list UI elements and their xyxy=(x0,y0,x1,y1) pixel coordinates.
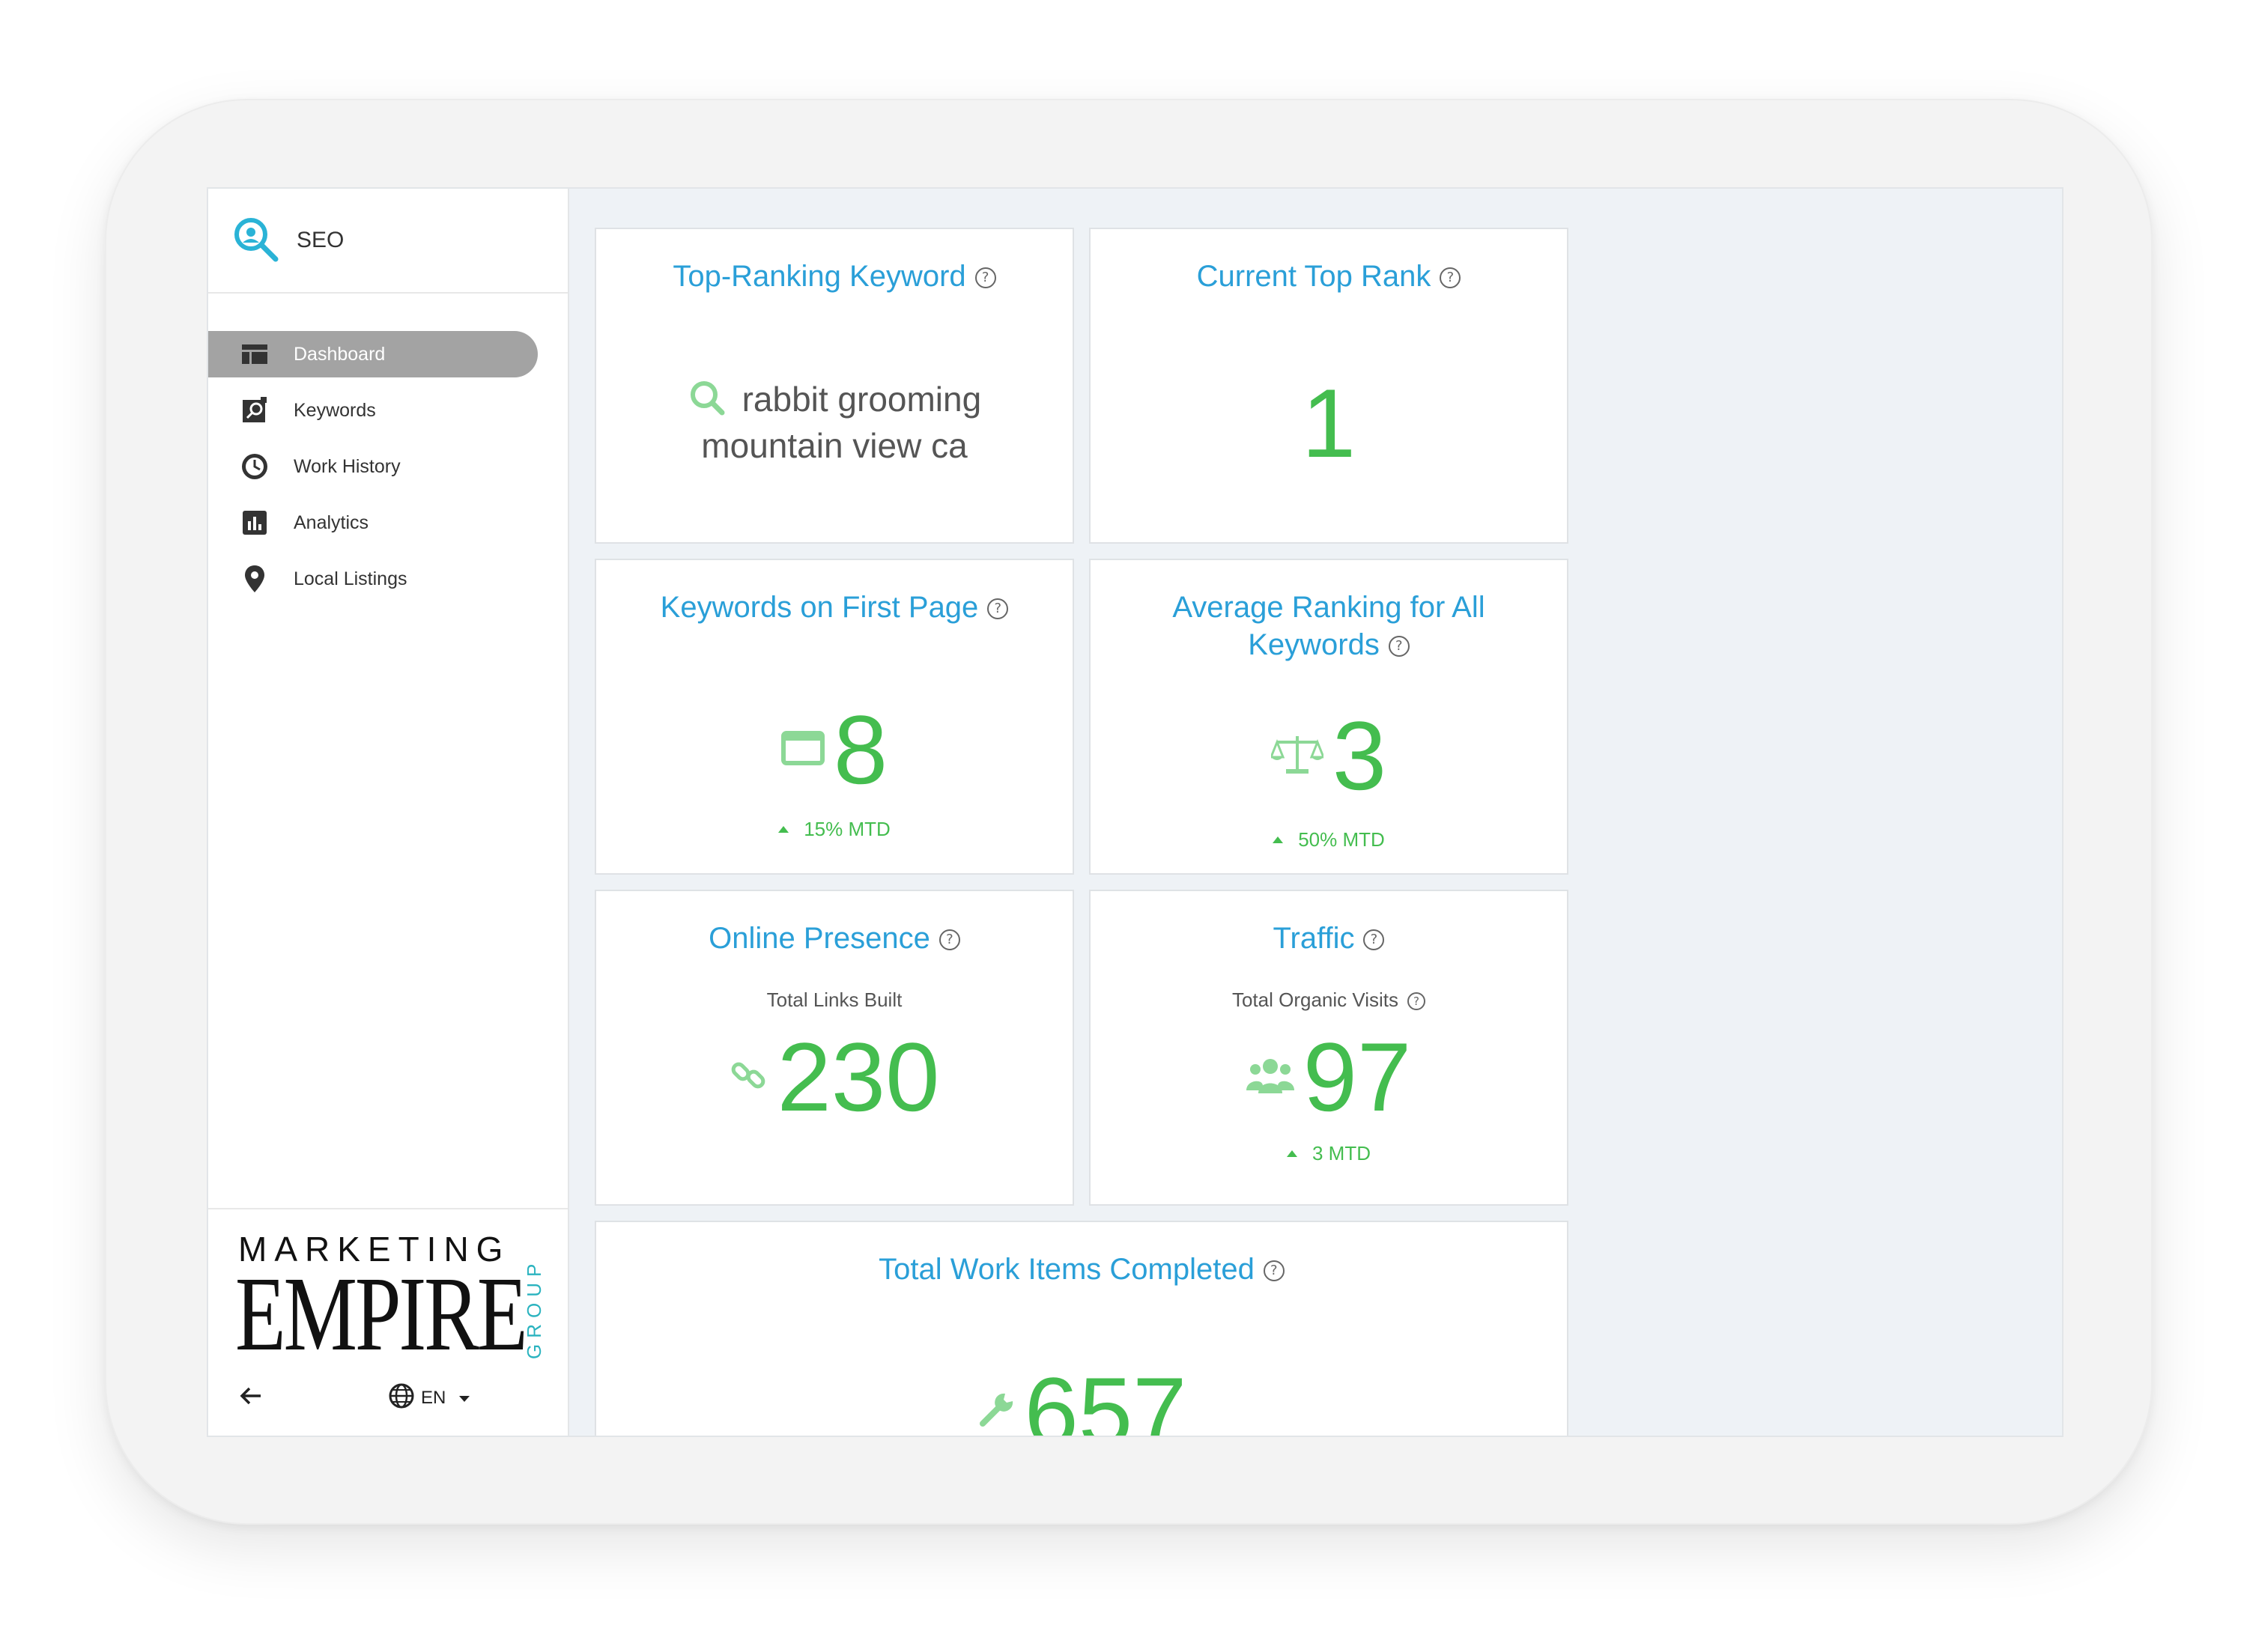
card-keywords-first-page: Keywords on First Page? 8 15% MTD xyxy=(595,559,1074,875)
sidebar-item-work-history[interactable]: Work History xyxy=(208,443,538,490)
help-icon[interactable]: ? xyxy=(1440,267,1461,288)
card-title: Current Top Rank? xyxy=(1091,258,1567,295)
first-page-row: 8 xyxy=(596,701,1073,798)
online-presence-value: 230 xyxy=(777,1022,940,1132)
help-icon[interactable]: ? xyxy=(1263,1260,1285,1281)
language-selector[interactable]: EN xyxy=(388,1382,477,1415)
help-icon[interactable]: ? xyxy=(1388,636,1410,657)
search-icon xyxy=(688,380,742,419)
sidebar: SEO Dashboard Keywords Work History Anal… xyxy=(208,189,569,1436)
app-screen: SEO Dashboard Keywords Work History Anal… xyxy=(207,187,2063,1437)
link-icon xyxy=(730,1056,768,1099)
bar-chart-icon xyxy=(240,508,270,538)
online-presence-row: 230 xyxy=(596,1028,1073,1126)
top-rank-value: 1 xyxy=(1301,368,1356,478)
card-top-ranking-keyword: Top-Ranking Keyword? rabbit grooming mou… xyxy=(595,228,1074,544)
up-arrow-icon xyxy=(1273,836,1284,843)
help-icon[interactable]: ? xyxy=(1407,992,1426,1010)
card-title: Keywords on First Page? xyxy=(596,589,1073,626)
app-name: SEO xyxy=(297,228,345,252)
seo-search-icon xyxy=(231,214,280,267)
users-group-icon xyxy=(1246,1056,1294,1099)
dashboard-icon xyxy=(240,339,270,369)
online-presence-subtitle: Total Links Built xyxy=(766,989,903,1011)
sidebar-footer: MARKETING EMPIRE GROUP EN xyxy=(208,1208,568,1436)
help-icon[interactable]: ? xyxy=(987,598,1009,619)
card-title: Average Ranking for All Keywords? xyxy=(1172,591,1485,661)
map-pin-icon xyxy=(240,564,270,594)
sidebar-nav: Dashboard Keywords Work History Analytic… xyxy=(208,331,568,602)
card-title: Top-Ranking Keyword? xyxy=(596,258,1073,295)
card-traffic: Traffic? Total Organic Visits? 97 3 MTD xyxy=(1089,890,1568,1206)
up-arrow-icon xyxy=(1287,1150,1297,1157)
help-icon[interactable]: ? xyxy=(1363,929,1385,950)
card-title: Total Work Items Completed? xyxy=(596,1251,1567,1288)
clock-icon xyxy=(240,452,270,482)
chevron-down-icon xyxy=(458,1388,477,1409)
help-icon[interactable]: ? xyxy=(974,267,996,288)
wrench-icon xyxy=(977,1391,1016,1433)
logo-line3: GROUP xyxy=(523,1257,545,1359)
top-keyword-value: rabbit grooming mountain view ca xyxy=(596,376,1073,469)
avg-ranking-value: 3 xyxy=(1332,701,1387,810)
footer-controls: EN xyxy=(238,1382,538,1415)
card-total-work-items: Total Work Items Completed? 657 xyxy=(595,1221,1568,1437)
sidebar-item-label: Dashboard xyxy=(294,343,386,365)
sidebar-item-local-listings[interactable]: Local Listings xyxy=(208,556,538,602)
scale-icon xyxy=(1269,733,1326,779)
traffic-change: 3 MTD xyxy=(1091,1142,1567,1165)
logo-line2: EMPIRE xyxy=(235,1254,528,1373)
globe-icon xyxy=(388,1382,421,1415)
sidebar-item-analytics[interactable]: Analytics xyxy=(208,499,538,546)
card-current-top-rank: Current Top Rank? 1 xyxy=(1089,228,1568,544)
keyword-search-icon xyxy=(240,395,270,425)
sidebar-item-label: Work History xyxy=(294,455,401,477)
help-icon[interactable]: ? xyxy=(938,929,960,950)
sidebar-item-dashboard[interactable]: Dashboard xyxy=(208,331,538,377)
card-average-ranking: Average Ranking for All Keywords? 3 50% … xyxy=(1089,559,1568,875)
avg-ranking-change: 50% MTD xyxy=(1091,828,1567,851)
traffic-row: 97 xyxy=(1091,1028,1567,1126)
card-title: Online Presence? xyxy=(596,920,1073,957)
work-items-value: 657 xyxy=(1024,1357,1187,1437)
card-online-presence: Online Presence? Total Links Built 230 xyxy=(595,890,1074,1206)
browser-window-icon xyxy=(780,730,825,769)
sidebar-item-label: Analytics xyxy=(294,511,369,533)
first-page-change: 15% MTD xyxy=(596,818,1073,841)
traffic-subtitle: Total Organic Visits? xyxy=(1091,989,1567,1012)
app-brand: SEO xyxy=(208,189,568,294)
card-title: Traffic? xyxy=(1091,920,1567,957)
language-label: EN xyxy=(421,1388,446,1408)
traffic-value: 97 xyxy=(1303,1022,1412,1132)
first-page-value: 8 xyxy=(833,695,888,804)
work-items-row: 657 xyxy=(596,1357,1567,1437)
avg-ranking-row: 3 xyxy=(1091,707,1567,804)
sidebar-item-label: Keywords xyxy=(294,399,376,421)
sidebar-item-keywords[interactable]: Keywords xyxy=(208,387,538,434)
up-arrow-icon xyxy=(778,826,789,833)
back-arrow-icon[interactable] xyxy=(238,1383,268,1413)
sidebar-item-label: Local Listings xyxy=(294,568,407,589)
